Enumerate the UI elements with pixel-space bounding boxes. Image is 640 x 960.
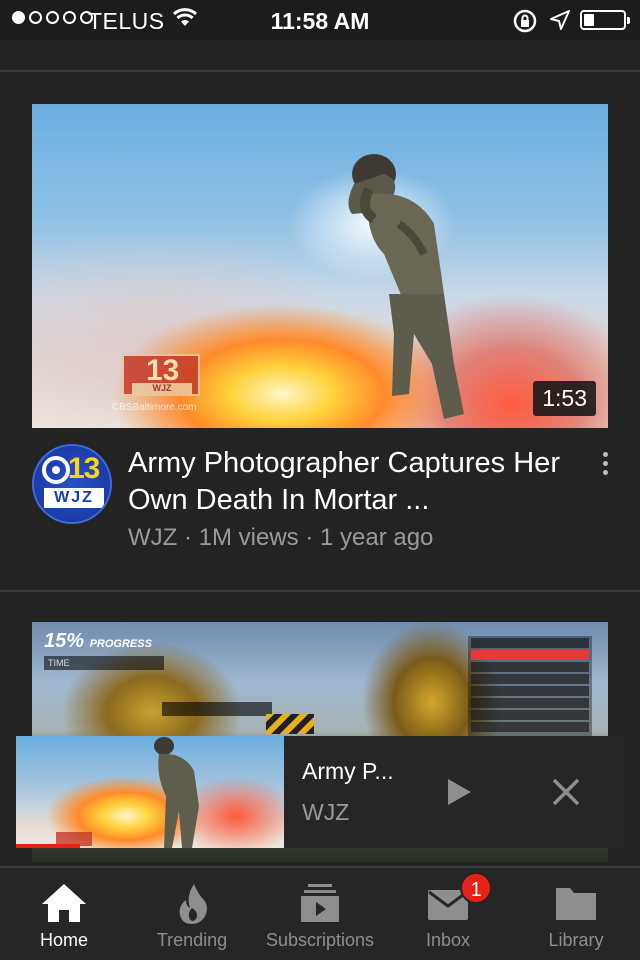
nav-subscriptions[interactable]: Subscriptions: [256, 868, 384, 960]
rotation-lock-icon: [513, 9, 537, 33]
mini-player[interactable]: Army P... WJZ: [16, 736, 624, 848]
nav-label: Trending: [156, 930, 228, 950]
mini-player-thumbnail[interactable]: [16, 736, 284, 848]
soldier-figure: [154, 737, 199, 848]
hud-leaderboard: [468, 636, 592, 746]
watermark-url: CBSBaltimore.com: [112, 402, 197, 413]
previous-item-edge: [0, 40, 640, 72]
location-arrow-icon: [550, 10, 570, 30]
video-meta: WJZ · 1M views · 1 year ago: [128, 524, 434, 551]
play-icon[interactable]: [446, 778, 472, 806]
hud-time: TIME: [44, 656, 164, 670]
home-icon: [42, 884, 86, 922]
nav-label: Subscriptions: [265, 930, 375, 950]
hud-player-tag: [162, 702, 272, 716]
soldier-figure: [348, 154, 464, 419]
nav-label: Home: [39, 930, 88, 950]
nav-library[interactable]: Library: [512, 868, 640, 960]
duration-badge: 1:53: [533, 381, 596, 416]
playback-progress-bar: [16, 844, 81, 848]
subscriptions-icon: [301, 884, 339, 922]
video-title[interactable]: Army Photographer Captures Her Own Death…: [128, 445, 568, 519]
wjz-watermark-logo: 13 WJZ: [122, 354, 200, 396]
nav-trending[interactable]: Trending: [128, 868, 256, 960]
divider: [0, 590, 640, 592]
channel-avatar[interactable]: 13 WJZ: [32, 444, 112, 524]
status-bar: TELUS 11:58 AM: [0, 0, 640, 40]
mini-player-channel: WJZ: [302, 799, 350, 825]
nav-label: Inbox: [425, 930, 471, 950]
nav-label: Library: [548, 930, 604, 950]
chevron-sign: [266, 714, 314, 734]
flame-icon: [179, 884, 207, 924]
mini-player-title[interactable]: Army P...: [302, 758, 394, 785]
clock: 11:58 AM: [270, 8, 370, 34]
bottom-navigation: Home Trending Subscriptions Inbox Librar…: [0, 866, 640, 960]
close-icon[interactable]: [552, 778, 580, 806]
battery-icon: [580, 10, 630, 30]
inbox-notification-badge: 1: [460, 872, 492, 904]
video-thumbnail[interactable]: 13 WJZ CBSBaltimore.com 1:53: [32, 104, 608, 428]
nav-home[interactable]: Home: [0, 868, 128, 960]
nav-inbox[interactable]: Inbox: [384, 868, 512, 960]
more-options-icon[interactable]: [598, 452, 612, 482]
folder-icon: [556, 888, 596, 920]
hud-progress: 15% PROGRESS: [44, 630, 152, 652]
